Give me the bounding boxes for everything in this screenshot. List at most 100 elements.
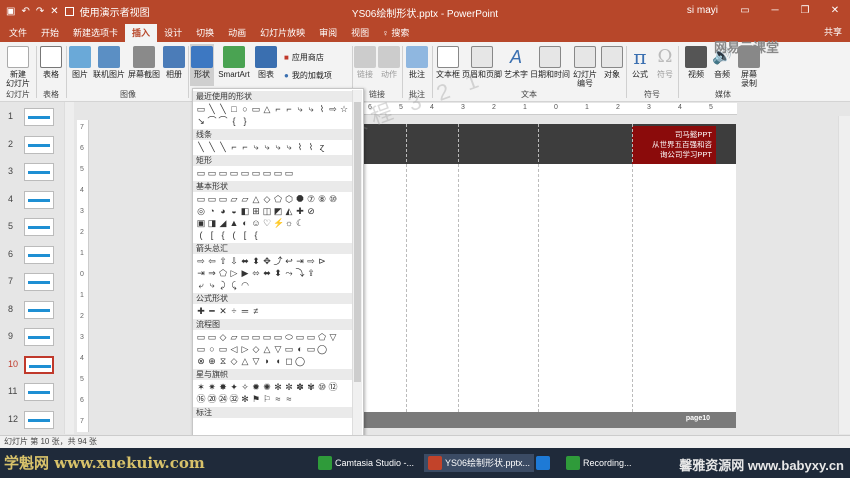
shape-icon[interactable]: ⇒: [207, 267, 217, 279]
save-icon[interactable]: ▣: [6, 6, 15, 17]
tab-view[interactable]: 视图: [344, 24, 376, 42]
shape-icon[interactable]: ⤵: [295, 267, 305, 279]
shape-icon[interactable]: ━: [207, 305, 217, 317]
shape-icon[interactable]: ⬭: [284, 331, 294, 343]
shape-icon[interactable]: }: [240, 115, 250, 127]
shape-icon[interactable]: ⤸: [218, 279, 228, 291]
shape-icon[interactable]: ◗: [262, 355, 272, 367]
shape-icon[interactable]: ✻: [240, 393, 250, 405]
shape-icon[interactable]: ⇦: [207, 255, 217, 267]
thumbnails-scrollbar[interactable]: [64, 102, 74, 434]
slide-thumbnail[interactable]: 3: [4, 163, 64, 183]
shape-icon[interactable]: ◩: [273, 205, 283, 217]
shape-icon[interactable]: △: [240, 355, 250, 367]
shape-icon[interactable]: ⚑: [251, 393, 261, 405]
shape-icon[interactable]: ⇪: [306, 267, 316, 279]
shape-icon[interactable]: ◫: [262, 205, 272, 217]
tab-new[interactable]: 新建选项卡: [66, 24, 125, 42]
shape-icon[interactable]: ☺: [251, 217, 261, 229]
shape-icon[interactable]: ◕: [218, 205, 228, 217]
shape-icon[interactable]: ✼: [284, 381, 294, 393]
shape-icon[interactable]: ≠: [251, 305, 261, 317]
shape-icon[interactable]: ▭: [229, 167, 239, 179]
shape-icon[interactable]: ▱: [229, 331, 239, 343]
shape-icon[interactable]: ✽: [295, 381, 305, 393]
shape-icon[interactable]: ♡: [262, 217, 272, 229]
shape-icon[interactable]: ▱: [240, 193, 250, 205]
presenter-view-checkbox[interactable]: [64, 6, 74, 16]
shape-icon[interactable]: ≈: [284, 393, 294, 405]
shape-icon[interactable]: ⌇: [317, 103, 327, 115]
shape-icon[interactable]: ▽: [251, 355, 261, 367]
shape-icon[interactable]: ⊘: [306, 205, 316, 217]
user-name[interactable]: si mayi: [687, 5, 718, 16]
redo-icon[interactable]: ↷: [36, 6, 44, 17]
shape-icon[interactable]: {: [218, 229, 228, 241]
shape-icon[interactable]: ⤷: [306, 103, 316, 115]
shape-icon[interactable]: ◻: [284, 355, 294, 367]
shape-icon[interactable]: ▲: [229, 217, 239, 229]
shape-icon[interactable]: ☼: [284, 217, 294, 229]
shape-icon[interactable]: ▭: [240, 331, 250, 343]
shape-icon[interactable]: ⬠: [273, 193, 283, 205]
shape-icon[interactable]: ◨: [207, 217, 217, 229]
shape-icon[interactable]: ↘: [196, 115, 206, 127]
shape-icon[interactable]: ▭: [207, 193, 217, 205]
shape-icon[interactable]: ⤷: [295, 103, 305, 115]
store-button[interactable]: ■ 应用商店: [284, 52, 324, 63]
shape-icon[interactable]: ⑫: [328, 381, 338, 393]
shape-icon[interactable]: ⌒: [207, 115, 217, 127]
symbol-button[interactable]: Ω 符号: [654, 44, 676, 79]
action-button[interactable]: 动作: [378, 44, 400, 79]
shape-icon[interactable]: ═: [240, 305, 250, 317]
shape-icon[interactable]: ▭: [196, 193, 206, 205]
shape-icon[interactable]: ○: [240, 103, 250, 115]
shape-icon[interactable]: ◖: [273, 355, 283, 367]
shape-icon[interactable]: ▭: [284, 343, 294, 355]
new-slide-button[interactable]: 新建 幻灯片: [2, 44, 34, 88]
tab-review[interactable]: 审阅: [312, 24, 344, 42]
equation-button[interactable]: π 公式: [628, 44, 652, 79]
shape-icon[interactable]: ✷: [207, 381, 217, 393]
shapes-button[interactable]: 形状: [190, 44, 214, 86]
shape-icon[interactable]: {: [251, 229, 261, 241]
shape-icon[interactable]: ⇧: [218, 255, 228, 267]
shape-icon[interactable]: ✺: [262, 381, 272, 393]
shape-icon[interactable]: ▭: [196, 167, 206, 179]
shape-icon[interactable]: ╲: [207, 141, 217, 153]
shape-icon[interactable]: ▭: [251, 167, 261, 179]
shape-icon[interactable]: ▽: [273, 343, 283, 355]
shape-icon[interactable]: ⌇: [306, 141, 316, 153]
shape-icon[interactable]: ✥: [262, 255, 272, 267]
shape-icon[interactable]: ✧: [240, 381, 250, 393]
shape-icon[interactable]: ▭: [262, 167, 272, 179]
shape-icon[interactable]: ⬡: [284, 193, 294, 205]
task-edge[interactable]: [536, 454, 550, 472]
shape-icon[interactable]: ⤴: [273, 255, 283, 267]
slide-thumbnail[interactable]: 7: [4, 273, 64, 293]
shape-icon[interactable]: ⊞: [251, 205, 261, 217]
shape-icon[interactable]: {: [229, 115, 239, 127]
shape-icon[interactable]: ⚐: [262, 393, 272, 405]
slide-thumbnail[interactable]: 8: [4, 300, 64, 321]
shapes-gallery-scrollbar[interactable]: [352, 90, 362, 445]
shape-icon[interactable]: ╲: [218, 103, 228, 115]
shape-icon[interactable]: □: [229, 103, 239, 115]
slide-brand-box[interactable]: 司马懿PPT 从世界五百强和咨 询公司学习PPT: [632, 126, 716, 164]
shape-icon[interactable]: ⤷: [207, 279, 217, 291]
shape-icon[interactable]: ◒: [229, 205, 239, 217]
picture-button[interactable]: 图片: [68, 44, 92, 79]
shape-icon[interactable]: ▭: [284, 167, 294, 179]
shape-icon[interactable]: ✾: [306, 381, 316, 393]
shape-icon[interactable]: ◢: [218, 217, 228, 229]
chart-button[interactable]: 图表: [254, 44, 278, 79]
shape-icon[interactable]: ✶: [196, 381, 206, 393]
shape-icon[interactable]: ◇: [262, 193, 272, 205]
shape-icon[interactable]: ⑦: [306, 193, 316, 205]
shape-icon[interactable]: ⤶: [196, 279, 206, 291]
shape-icon[interactable]: ⤹: [229, 279, 239, 291]
shape-icon[interactable]: ▷: [229, 267, 239, 279]
tell-me-search[interactable]: ♀ 搜索: [376, 24, 415, 42]
shape-icon[interactable]: ◁: [229, 343, 239, 355]
smartart-button[interactable]: SmartArt: [216, 44, 252, 79]
